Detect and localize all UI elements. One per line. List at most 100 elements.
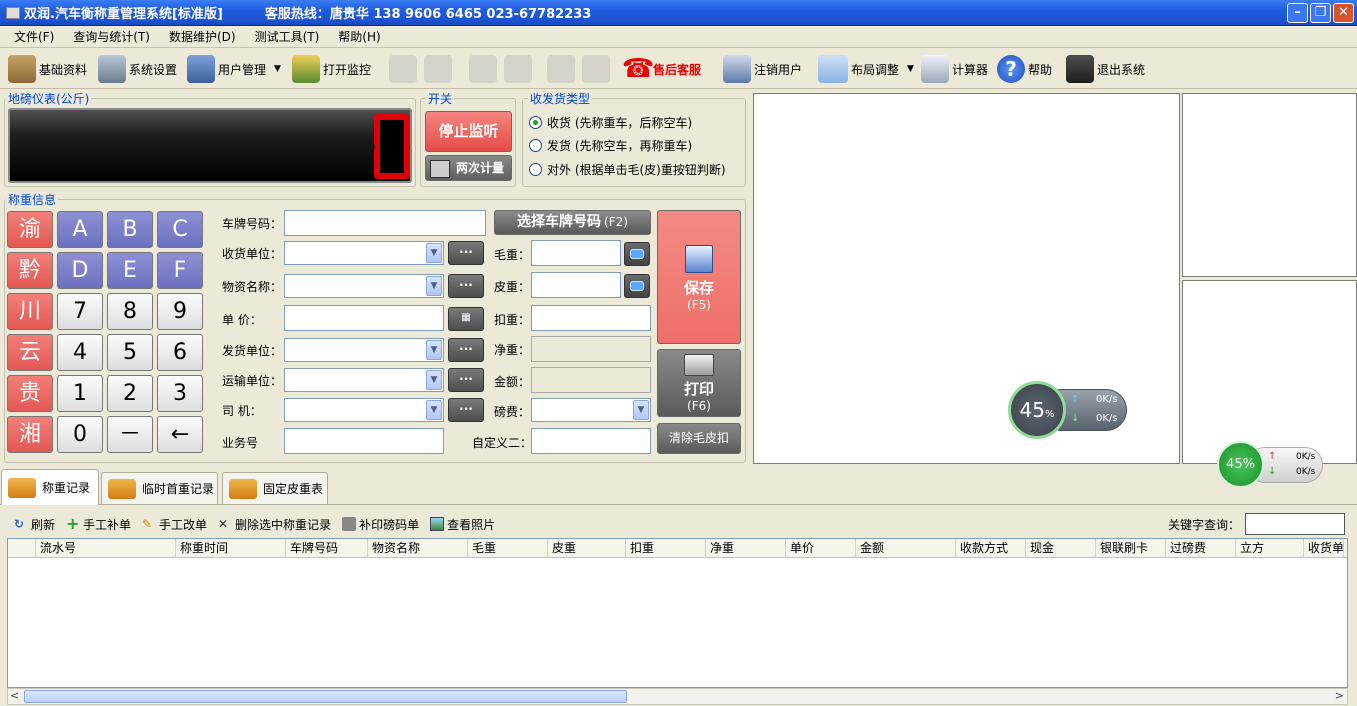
menu-help[interactable]: 帮助(H) <box>338 28 380 45</box>
manual-add-button[interactable]: + 手工补单 <box>66 516 131 533</box>
menu-query[interactable]: 查询与统计(T) <box>73 28 150 45</box>
receiver-browse-button[interactable]: ··· <box>448 241 484 265</box>
tare-capture-button[interactable] <box>624 274 650 298</box>
restore-button[interactable]: ❐ <box>1310 3 1331 23</box>
manual-edit-button[interactable]: ✎ 手工改单 <box>142 516 207 533</box>
keypad-key[interactable]: － <box>107 416 153 453</box>
column-header[interactable]: 现金 <box>1026 539 1096 558</box>
keypad-key[interactable]: 湘 <box>7 416 53 453</box>
chevron-down-icon[interactable]: ▼ <box>426 400 442 420</box>
driver-browse-button[interactable]: ··· <box>448 398 484 422</box>
column-header[interactable]: 立方 <box>1236 539 1304 558</box>
price-input[interactable] <box>284 305 444 331</box>
column-header[interactable]: 车牌号码 <box>286 539 368 558</box>
chevron-down-icon[interactable]: ▼ <box>426 370 442 390</box>
print-button[interactable]: 打印 (F6) <box>657 349 741 417</box>
driver-combo[interactable]: ▼ <box>284 398 444 422</box>
keypad-key[interactable]: F <box>157 252 203 289</box>
open-monitor-button[interactable]: 打开监控 <box>292 52 371 86</box>
tab-temp-first-weigh[interactable]: 临时首重记录 <box>101 472 218 504</box>
column-header[interactable]: 金额 <box>856 539 956 558</box>
refresh-button[interactable]: ↻ 刷新 <box>14 516 55 533</box>
clear-weights-button[interactable]: 清除毛皮扣 <box>657 423 741 454</box>
stop-listening-button[interactable]: 停止监听 <box>425 111 512 152</box>
radio-send[interactable]: 发货 (先称空车，再称重车) <box>529 137 692 154</box>
menu-file[interactable]: 文件(F) <box>14 28 54 45</box>
chevron-down-icon[interactable]: ▼ <box>633 400 649 420</box>
keypad-key[interactable]: 3 <box>157 375 203 412</box>
reprint-button[interactable]: 补印磅码单 <box>342 516 419 533</box>
chevron-down-icon[interactable]: ▼ <box>426 276 442 296</box>
keypad-key[interactable]: 9 <box>157 293 203 330</box>
delete-records-button[interactable]: ✕ 删除选中称重记录 <box>218 516 331 533</box>
system-settings-button[interactable]: 系统设置 <box>98 52 177 86</box>
user-management-button[interactable]: 用户管理 ▼ <box>187 52 281 86</box>
gross-capture-button[interactable] <box>624 242 650 266</box>
scroll-right-icon[interactable]: > <box>1335 689 1344 702</box>
keypad-key[interactable]: 2 <box>107 375 153 412</box>
keypad-key[interactable]: 云 <box>7 334 53 371</box>
tare-input[interactable] <box>531 272 621 298</box>
material-combo[interactable]: ▼ <box>284 274 444 298</box>
horizontal-scrollbar[interactable]: < > <box>7 688 1348 705</box>
sender-combo[interactable]: ▼ <box>284 338 444 362</box>
menu-tools[interactable]: 测试工具(T) <box>255 28 320 45</box>
close-button[interactable]: ✕ <box>1333 3 1354 23</box>
tab-fixed-tare[interactable]: 固定皮重表 <box>222 472 328 504</box>
chevron-down-icon[interactable]: ▼ <box>426 340 442 360</box>
logout-user-button[interactable]: 注销用户 <box>723 52 802 86</box>
calculator-button[interactable]: 计算器 <box>921 52 988 86</box>
scroll-left-icon[interactable]: < <box>10 689 19 702</box>
keypad-key[interactable]: A <box>57 211 103 248</box>
view-photos-button[interactable]: 查看照片 <box>430 516 495 533</box>
twice-weigh-toggle[interactable]: 两次计量 <box>425 155 512 181</box>
scrollbar-thumb[interactable] <box>24 690 627 703</box>
keyword-search-input[interactable] <box>1245 513 1345 535</box>
keypad-key[interactable]: 4 <box>57 334 103 371</box>
receiver-combo[interactable]: ▼ <box>284 241 444 265</box>
keypad-key[interactable]: C <box>157 211 203 248</box>
column-header[interactable]: 称重时间 <box>176 539 286 558</box>
after-sales-button[interactable]: ☎ 售后客服 <box>622 52 701 86</box>
keypad-key[interactable]: 贵 <box>7 375 53 412</box>
column-header[interactable]: 净重 <box>706 539 786 558</box>
exit-system-button[interactable]: 退出系统 <box>1066 52 1145 86</box>
column-header[interactable]: 扣重 <box>626 539 706 558</box>
keypad-key[interactable]: ← <box>157 416 203 453</box>
keypad-key[interactable]: 7 <box>57 293 103 330</box>
column-header[interactable]: 物资名称 <box>368 539 468 558</box>
gross-input[interactable] <box>531 240 621 266</box>
keypad-key[interactable]: 5 <box>107 334 153 371</box>
save-button[interactable]: 保存 (F5) <box>657 210 741 344</box>
keypad-key[interactable]: 6 <box>157 334 203 371</box>
minimize-button[interactable]: – <box>1287 3 1308 23</box>
deduct-input[interactable] <box>531 305 651 331</box>
video-panel-top-right[interactable] <box>1182 93 1357 277</box>
column-header[interactable]: 毛重 <box>468 539 548 558</box>
keypad-key[interactable]: 川 <box>7 293 53 330</box>
tab-weigh-records[interactable]: 称重记录 <box>1 469 99 505</box>
layout-adjust-button[interactable]: 布局调整 ▼ <box>818 52 914 86</box>
column-header[interactable]: 收款方式 <box>956 539 1026 558</box>
select-plate-button[interactable]: 选择车牌号码 (F2) <box>494 210 651 235</box>
custom2-input[interactable] <box>531 428 651 454</box>
fee-combo[interactable]: ▼ <box>531 398 651 422</box>
radio-receive[interactable]: 收货 (先称重车，后称空车) <box>529 114 692 131</box>
transport-combo[interactable]: ▼ <box>284 368 444 392</box>
column-header[interactable]: 收货单 <box>1304 539 1344 558</box>
price-calculator-button[interactable]: ▦ <box>448 307 484 331</box>
keypad-key[interactable]: 渝 <box>7 211 53 248</box>
keypad-key[interactable]: 1 <box>57 375 103 412</box>
sender-browse-button[interactable]: ··· <box>448 338 484 362</box>
column-header[interactable]: 皮重 <box>548 539 626 558</box>
records-table[interactable]: 流水号 称重时间 车牌号码 物资名称 毛重 皮重 扣重 净重 单价 金额 收款方式 现金 银联刷卡 过磅费… <box>7 538 1348 688</box>
help-button[interactable]: ? 帮助 <box>997 52 1052 86</box>
column-header[interactable]: 银联刷卡 <box>1096 539 1166 558</box>
menu-data[interactable]: 数据维护(D) <box>169 28 236 45</box>
column-header[interactable]: 单价 <box>786 539 856 558</box>
keypad-key[interactable]: B <box>107 211 153 248</box>
keypad-key[interactable]: 0 <box>57 416 103 453</box>
basic-data-button[interactable]: 基础资料 <box>8 52 87 86</box>
keypad-key[interactable]: E <box>107 252 153 289</box>
bizno-input[interactable] <box>284 428 444 454</box>
